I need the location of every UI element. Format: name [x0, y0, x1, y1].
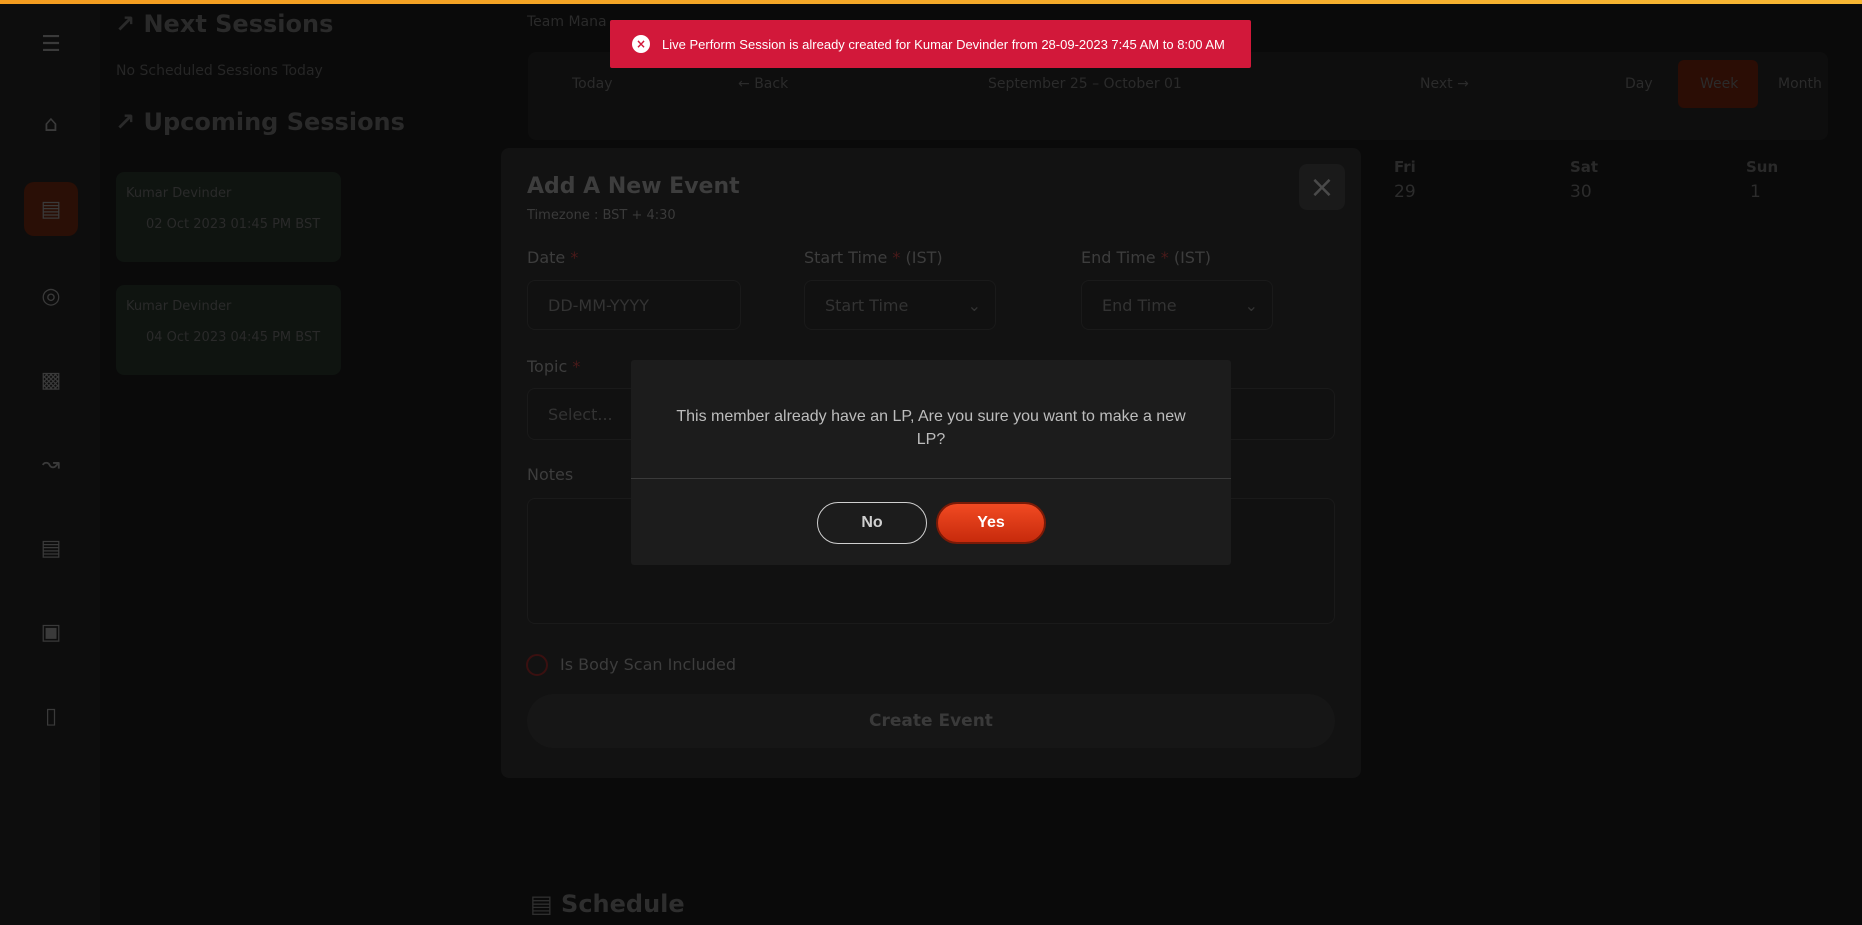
upcoming-sessions-title-text: Upcoming Sessions	[143, 108, 405, 136]
session-name: Kumar Devinder	[126, 299, 232, 314]
event-modal-title: Add A New Event	[527, 174, 740, 199]
back-button[interactable]: ← Back	[738, 76, 788, 92]
page: ☰ ⌂ ▤ ◎ ▩ ↝ ▤ ▣ ▯ ↗ Next Sessions No Sch…	[0, 0, 1862, 925]
confirm-dialog: This member already have an LP, Are you …	[631, 360, 1231, 565]
confirm-message: This member already have an LP, Are you …	[676, 408, 1186, 448]
required-mark: *	[892, 248, 901, 267]
schedule-title: ▤ Schedule	[530, 890, 685, 918]
next-button-label: Next	[1420, 76, 1453, 92]
next-sessions-empty: No Scheduled Sessions Today	[116, 63, 323, 79]
date-placeholder: DD-MM-YYYY	[548, 295, 649, 315]
next-sessions-title: ↗ Next Sessions	[115, 10, 334, 38]
notes-label: Notes	[527, 465, 574, 484]
start-time-placeholder: Start Time	[825, 295, 909, 315]
yes-button[interactable]: Yes	[936, 502, 1046, 544]
home-icon[interactable]: ⌂	[37, 110, 65, 138]
chart-icon[interactable]: ↝	[37, 450, 65, 478]
day-number: 1	[1750, 182, 1761, 202]
start-time-select[interactable]: Start Time ⌄	[804, 280, 996, 330]
close-icon[interactable]: ×	[1299, 164, 1345, 210]
start-time-label-text: Start Time	[804, 248, 888, 267]
confirm-divider	[631, 478, 1231, 479]
date-range: September 25 – October 01	[988, 76, 1182, 92]
calendar-icon[interactable]: ▤	[37, 195, 65, 223]
start-time-label: Start Time * (IST)	[804, 248, 943, 267]
end-time-label-text: End Time	[1081, 248, 1156, 267]
end-time-select[interactable]: End Time ⌄	[1081, 280, 1273, 330]
back-button-label: Back	[754, 76, 789, 92]
topic-placeholder: Select...	[548, 404, 613, 424]
create-event-button[interactable]: Create Event	[527, 694, 1335, 748]
event-timezone: Timezone : BST + 4:30	[527, 208, 676, 223]
day-name: Sat	[1570, 158, 1599, 176]
calendar-label: Team Mana	[527, 14, 607, 30]
schedule-title-text: Schedule	[561, 890, 685, 918]
chevron-down-icon: ⌄	[1244, 295, 1258, 315]
topic-label-text: Topic	[527, 357, 568, 376]
date-label: Date *	[527, 248, 578, 267]
date-label-text: Date	[527, 248, 566, 267]
required-mark: *	[1160, 248, 1169, 267]
session-date: 02 Oct 2023 01:45 PM BST	[146, 217, 321, 232]
view-month-button[interactable]: Month	[1778, 76, 1822, 92]
topic-label: Topic *	[527, 357, 580, 376]
next-sessions-title-text: Next Sessions	[143, 10, 334, 38]
session-card[interactable]: Kumar Devinder 04 Oct 2023 04:45 PM BST	[116, 285, 341, 375]
session-date: 04 Oct 2023 04:45 PM BST	[146, 330, 321, 345]
end-time-label: End Time * (IST)	[1081, 248, 1211, 267]
body-scan-checkbox[interactable]	[526, 654, 548, 676]
day-name: Sun	[1746, 158, 1779, 176]
required-mark: *	[572, 357, 581, 376]
body-scan-label: Is Body Scan Included	[560, 655, 736, 674]
file-icon[interactable]: ▯	[37, 702, 65, 730]
session-card[interactable]: Kumar Devinder 02 Oct 2023 01:45 PM BST	[116, 172, 341, 262]
today-button[interactable]: Today	[572, 76, 613, 92]
day-number: 29	[1394, 182, 1416, 202]
date-field[interactable]: DD-MM-YYYY	[527, 280, 741, 330]
start-time-suffix: (IST)	[905, 248, 943, 267]
document-icon[interactable]: ▤	[37, 534, 65, 562]
menu-icon[interactable]: ☰	[37, 30, 65, 58]
message-icon[interactable]: ▩	[37, 366, 65, 394]
view-week-button[interactable]: Week	[1700, 76, 1738, 92]
top-accent-bar	[0, 0, 1862, 4]
sidebar: ☰ ⌂ ▤ ◎ ▩ ↝ ▤ ▣ ▯	[0, 4, 100, 925]
day-number: 30	[1570, 182, 1592, 202]
toast-message: Live Perform Session is already created …	[662, 36, 1225, 52]
day-name: Fri	[1394, 158, 1416, 176]
target-icon[interactable]: ◎	[37, 282, 65, 310]
required-mark: *	[570, 248, 579, 267]
next-button[interactable]: Next →	[1420, 76, 1469, 92]
no-button[interactable]: No	[817, 502, 927, 544]
session-name: Kumar Devinder	[126, 186, 232, 201]
video-icon[interactable]: ▣	[37, 618, 65, 646]
chevron-down-icon: ⌄	[967, 295, 981, 315]
error-toast: × Live Perform Session is already create…	[610, 20, 1251, 68]
upcoming-sessions-title: ↗ Upcoming Sessions	[115, 108, 405, 136]
end-time-suffix: (IST)	[1173, 248, 1211, 267]
error-circle-icon[interactable]: ×	[632, 35, 650, 53]
view-day-button[interactable]: Day	[1625, 76, 1653, 92]
end-time-placeholder: End Time	[1102, 295, 1177, 315]
